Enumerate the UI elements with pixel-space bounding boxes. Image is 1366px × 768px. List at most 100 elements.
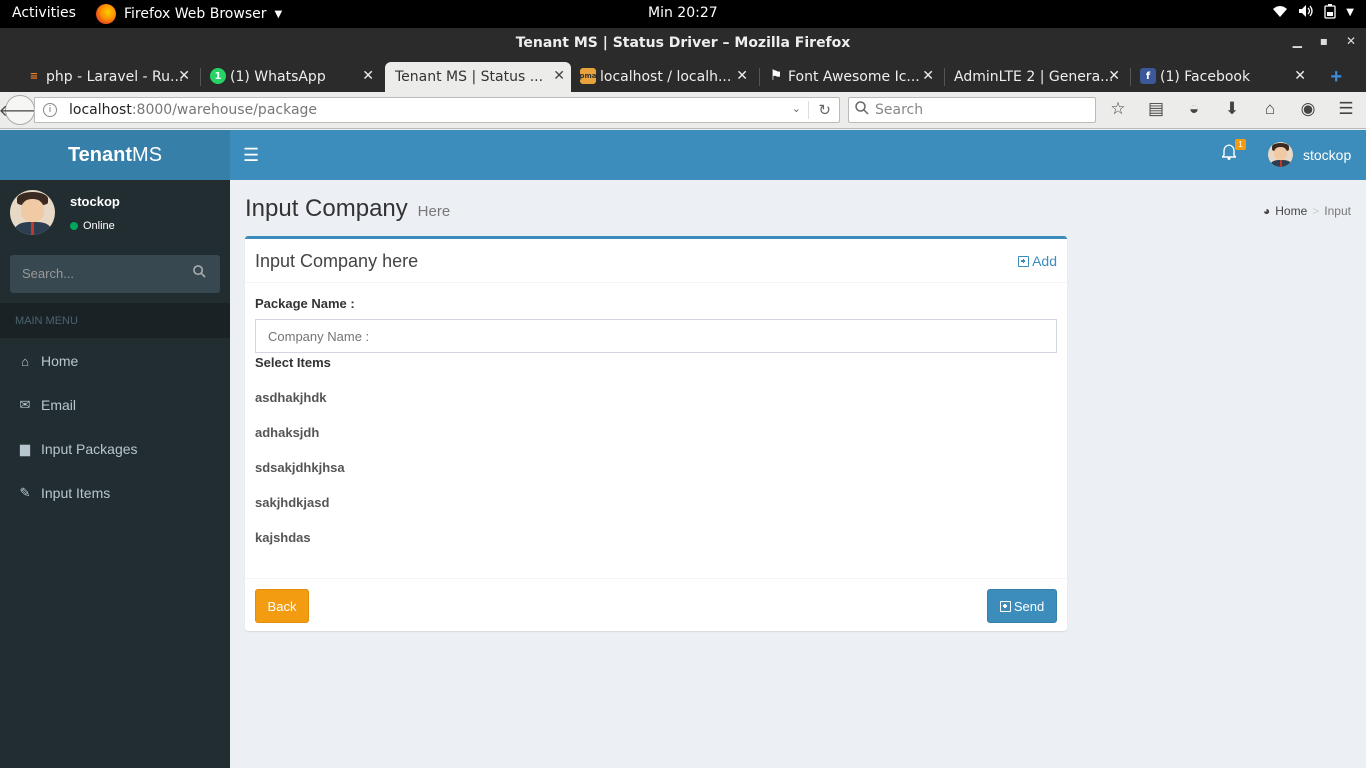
- app-menu[interactable]: Firefox Web Browser ▼: [96, 4, 282, 24]
- tab-label: php - Laravel - Ru...: [46, 69, 184, 85]
- close-icon[interactable]: ✕: [178, 68, 190, 84]
- box-header: Input Company here Add: [245, 239, 1067, 283]
- stackoverflow-icon: ≡: [29, 70, 39, 82]
- tab-strip: ≡ php - Laravel - Ru... ✕ 1 (1) WhatsApp…: [0, 58, 1366, 92]
- close-icon[interactable]: ✕: [362, 68, 374, 84]
- close-icon[interactable]: ✕: [1346, 34, 1356, 48]
- sidebar-item-input-items[interactable]: ✎ Input Items: [0, 471, 230, 515]
- package-name-label: Package Name :: [255, 296, 355, 311]
- add-button[interactable]: Add: [1018, 253, 1057, 269]
- url-bar[interactable]: i localhost:8000/warehouse/package ⌄ ↻: [34, 97, 840, 123]
- sidebar-item-label: Email: [41, 397, 77, 413]
- user-panel: stockop Online: [10, 190, 220, 240]
- notification-badge: 1: [1235, 139, 1246, 150]
- avatar: [1268, 142, 1293, 167]
- close-icon[interactable]: ✕: [736, 68, 748, 84]
- window-title: Tenant MS | Status Driver – Mozilla Fire…: [515, 35, 851, 51]
- tab-separator: [759, 68, 760, 86]
- user-menu[interactable]: stockop: [1268, 142, 1351, 167]
- navigation-toolbar: 🡐 i localhost:8000/warehouse/package ⌄ ↻…: [0, 92, 1366, 129]
- bell-icon[interactable]: [1221, 144, 1237, 165]
- tab-tenant-ms[interactable]: Tenant MS | Status ... ✕: [385, 62, 571, 92]
- sidebar-item-email[interactable]: ✉ Email: [0, 383, 230, 427]
- list-item[interactable]: asdhakjhdk: [255, 390, 327, 405]
- close-icon[interactable]: ✕: [553, 68, 565, 84]
- search-icon[interactable]: [193, 265, 206, 281]
- tab-font-awesome[interactable]: ⚑ Font Awesome Ic... ✕: [764, 62, 940, 92]
- url-text: localhost:8000/warehouse/package: [69, 102, 318, 118]
- chevron-down-icon[interactable]: ⌄: [792, 102, 801, 115]
- back-button[interactable]: Back: [255, 589, 309, 623]
- whatsapp-icon: 1: [210, 68, 226, 84]
- divider: [808, 101, 809, 119]
- home-icon[interactable]: ⌂: [1260, 99, 1280, 119]
- home-icon: ⌂: [21, 353, 29, 369]
- plus-square-icon: [1018, 255, 1030, 267]
- sidebar-toggle-icon[interactable]: ☰: [243, 145, 259, 166]
- facebook-icon: f: [1140, 68, 1156, 84]
- list-item[interactable]: sdsakjdhkjhsa: [255, 460, 345, 475]
- download-icon[interactable]: ⬇: [1222, 99, 1242, 119]
- phpmyadmin-icon: pma: [579, 68, 597, 84]
- page-title: Input Company: [245, 195, 408, 222]
- search-bar[interactable]: Search: [848, 97, 1096, 123]
- tab-label: localhost / localh...: [600, 69, 732, 85]
- envelope-icon: ✉: [19, 397, 31, 412]
- flag-icon: ⚑: [769, 68, 783, 84]
- caret-down-icon[interactable]: ▼: [1346, 7, 1354, 23]
- wifi-icon[interactable]: [1272, 4, 1288, 23]
- activities-button[interactable]: Activities: [12, 5, 76, 21]
- page-header: Input Company Here: [245, 195, 450, 223]
- tab-stackoverflow[interactable]: ≡ php - Laravel - Ru... ✕: [22, 62, 196, 92]
- maximize-icon[interactable]: ▪: [1320, 34, 1328, 48]
- tab-separator: [200, 68, 201, 86]
- menu-icon[interactable]: ☰: [1336, 99, 1356, 119]
- info-icon[interactable]: i: [43, 103, 57, 117]
- user-name: stockop: [1303, 146, 1352, 163]
- send-button[interactable]: Send: [987, 589, 1057, 623]
- list-item[interactable]: adhaksjdh: [255, 425, 319, 440]
- tab-adminlte[interactable]: AdminLTE 2 | Genera... ✕: [930, 62, 1126, 92]
- sidebar-search-input[interactable]: Search...: [10, 255, 220, 293]
- tab-label: (1) Facebook: [1160, 69, 1251, 85]
- system-tray[interactable]: ▼: [1272, 4, 1354, 23]
- volume-icon[interactable]: [1298, 4, 1314, 23]
- bookmark-star-icon[interactable]: ☆: [1108, 99, 1128, 119]
- new-tab-button[interactable]: +: [1330, 66, 1342, 89]
- clock[interactable]: Min 20:27: [648, 5, 718, 21]
- window-titlebar: Tenant MS | Status Driver – Mozilla Fire…: [0, 28, 1366, 58]
- close-icon[interactable]: ✕: [1294, 68, 1306, 84]
- breadcrumb: ◕ Home > Input: [1263, 204, 1351, 218]
- list-item[interactable]: kajshdas: [255, 530, 311, 545]
- sidebar: stockop Online Search... MAIN MENU ⌂ Hom…: [0, 180, 230, 768]
- app-logo[interactable]: TenantMS: [0, 130, 230, 180]
- tab-label: Tenant MS | Status ...: [395, 69, 544, 85]
- sidebar-item-home[interactable]: ⌂ Home: [0, 339, 230, 383]
- tab-phpmyadmin[interactable]: pma localhost / localh... ✕: [576, 62, 754, 92]
- tab-label: AdminLTE 2 | Genera...: [954, 69, 1114, 85]
- battery-icon[interactable]: [1324, 4, 1336, 23]
- back-button[interactable]: 🡐: [0, 95, 41, 125]
- plus-square-icon: [999, 600, 1011, 612]
- sidebar-search-placeholder: Search...: [22, 266, 75, 281]
- minimize-icon[interactable]: ▁: [1293, 34, 1302, 48]
- list-item[interactable]: sakjhdkjasd: [255, 495, 329, 510]
- tab-facebook[interactable]: f (1) Facebook ✕: [1136, 62, 1312, 92]
- menu-header: MAIN MENU: [0, 303, 230, 338]
- tab-label: (1) WhatsApp: [230, 69, 326, 85]
- dashboard-icon: ◕: [1263, 204, 1271, 218]
- breadcrumb-separator: >: [1312, 204, 1320, 218]
- reload-icon[interactable]: ↻: [818, 101, 831, 119]
- pocket-icon[interactable]: ◒: [1184, 99, 1204, 119]
- close-icon[interactable]: ✕: [1108, 68, 1120, 84]
- breadcrumb-current: Input: [1324, 204, 1351, 218]
- tab-separator: [1130, 68, 1131, 86]
- extension-icon[interactable]: ◉: [1298, 99, 1318, 119]
- box-footer: Back Send: [245, 578, 1067, 631]
- company-name-input[interactable]: [255, 319, 1057, 353]
- reading-list-icon[interactable]: ▤: [1146, 99, 1166, 119]
- sidebar-item-input-packages[interactable]: ▆ Input Packages: [0, 427, 230, 471]
- breadcrumb-home[interactable]: Home: [1275, 204, 1307, 218]
- tab-whatsapp[interactable]: 1 (1) WhatsApp ✕: [206, 62, 380, 92]
- sidebar-item-label: Input Items: [41, 485, 111, 501]
